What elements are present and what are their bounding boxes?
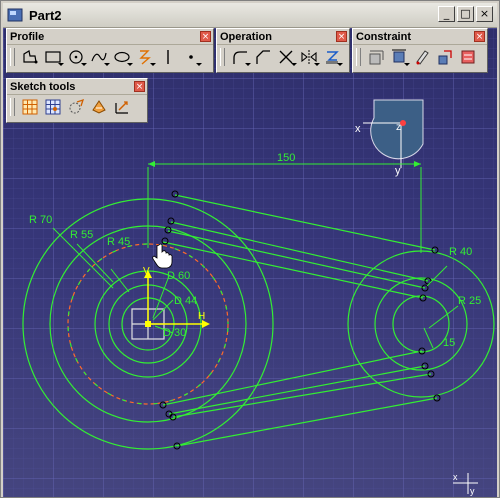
axis-v-label: V xyxy=(143,266,150,277)
snap-to-point-button[interactable] xyxy=(42,97,64,117)
dim-150-label: 150 xyxy=(277,152,295,164)
app-window: Part2 _ □ × x z y 150 H V R 70 R 55 R 45… xyxy=(0,0,500,498)
project-button[interactable] xyxy=(321,47,343,67)
profile-icon xyxy=(23,50,38,64)
line-button[interactable] xyxy=(157,47,179,67)
rectangle-button[interactable] xyxy=(42,47,64,67)
chamfer-icon xyxy=(256,50,270,64)
line-icon xyxy=(167,50,169,64)
radius-40-label: R 40 xyxy=(449,246,472,258)
spline-button[interactable] xyxy=(88,47,110,67)
compass-x-label: x xyxy=(355,123,361,135)
part-document-icon xyxy=(7,8,23,22)
diameter-60-label: D 60 xyxy=(167,270,190,282)
maximize-button[interactable]: □ xyxy=(457,6,474,22)
sketch-tools-toolbar-close-button[interactable]: × xyxy=(134,81,145,92)
axis-button[interactable] xyxy=(134,47,156,67)
operation-toolbar-close-button[interactable]: × xyxy=(336,31,347,42)
compass-y-label: y xyxy=(395,165,401,177)
diameter-44-label: D 44 xyxy=(174,295,197,307)
corner-button[interactable] xyxy=(229,47,251,67)
title-bar[interactable]: Part2 _ □ × xyxy=(3,3,497,28)
radius-25-label: R 25 xyxy=(458,295,481,307)
compass-z-label: z xyxy=(396,122,401,133)
trim-button[interactable] xyxy=(275,47,297,67)
mirror-button[interactable] xyxy=(298,47,320,67)
corner-x-label: x xyxy=(453,472,458,482)
edit-constraint-button[interactable] xyxy=(457,47,479,67)
auto-constraint-button[interactable] xyxy=(411,47,433,67)
diameter-30-label: D 30 xyxy=(163,327,186,339)
operation-toolbar-title: Operation xyxy=(220,30,272,43)
radius-15-label: 15 xyxy=(443,337,455,349)
animate-constraint-button[interactable] xyxy=(434,47,456,67)
edit-constraint-icon xyxy=(461,50,475,64)
radius-70-label: R 70 xyxy=(29,214,52,226)
circle-button[interactable] xyxy=(65,47,87,67)
constraint-toolbar[interactable]: Constraint × xyxy=(352,28,488,73)
radius-45-label: R 45 xyxy=(107,236,130,248)
toolbar-grip[interactable] xyxy=(356,48,361,66)
constraint-toolbar-close-button[interactable]: × xyxy=(474,31,485,42)
fix-button[interactable] xyxy=(388,47,410,67)
sketch-tools-toolbar[interactable]: Sketch tools × xyxy=(6,78,148,123)
dimensional-constraints-icon xyxy=(115,101,128,114)
construction-elements-icon xyxy=(69,98,85,114)
grid-button[interactable] xyxy=(19,97,41,117)
window-title: Part2 xyxy=(29,7,62,23)
profile-button[interactable] xyxy=(19,47,41,67)
geometric-constraints-icon xyxy=(92,100,106,114)
minimize-button[interactable]: _ xyxy=(438,6,455,22)
axis-h-label: H xyxy=(198,311,205,322)
constraint-button[interactable] xyxy=(365,47,387,67)
toolbar-grip[interactable] xyxy=(10,98,15,116)
radius-55-label: R 55 xyxy=(70,229,93,241)
constraint-toolbar-title: Constraint xyxy=(356,30,411,43)
ellipse-button[interactable] xyxy=(111,47,133,67)
sketch-tools-toolbar-title: Sketch tools xyxy=(10,80,76,93)
profile-toolbar-close-button[interactable]: × xyxy=(200,31,211,42)
close-button[interactable]: × xyxy=(476,6,493,22)
auto-constraint-icon xyxy=(416,50,429,65)
dimensional-constraints-button[interactable] xyxy=(111,97,133,117)
chamfer-button[interactable] xyxy=(252,47,274,67)
toolbar-grip[interactable] xyxy=(220,48,225,66)
geometric-constraints-button[interactable] xyxy=(88,97,110,117)
operation-toolbar[interactable]: Operation × xyxy=(216,28,350,73)
profile-toolbar-title: Profile xyxy=(10,30,45,43)
snap-to-point-icon xyxy=(45,99,61,115)
corner-y-label: y xyxy=(470,486,475,496)
point-button[interactable] xyxy=(180,47,202,67)
toolbar-grip[interactable] xyxy=(10,48,15,66)
grid-icon xyxy=(22,99,38,115)
constraint-icon xyxy=(369,50,384,65)
animate-constraint-icon xyxy=(438,50,452,65)
sketch-canvas[interactable]: x z y 150 H V R 70 R 55 R 45 D 60 D 44 D… xyxy=(3,28,497,497)
construction-elements-button[interactable] xyxy=(65,97,87,117)
profile-toolbar[interactable]: Profile × xyxy=(6,28,214,73)
